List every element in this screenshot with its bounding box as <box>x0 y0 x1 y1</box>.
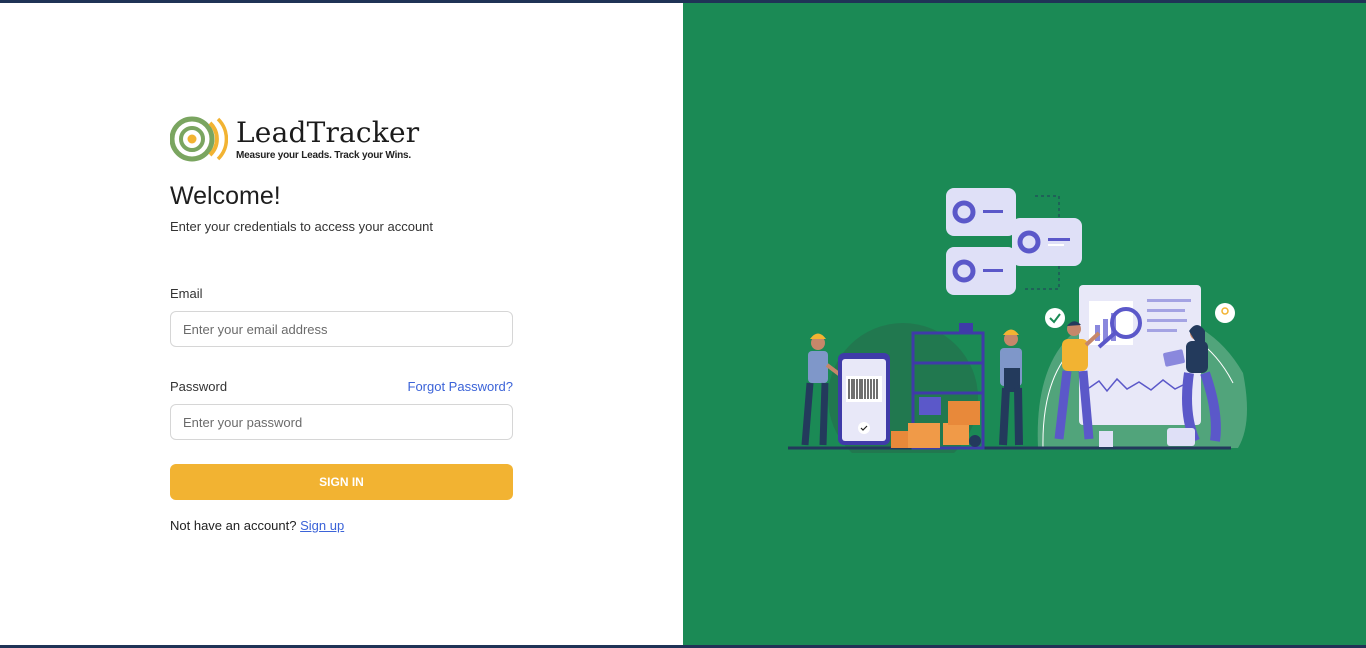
page-title: Welcome! <box>170 182 281 210</box>
login-form: LeadTracker Measure your Leads. Track yo… <box>170 111 513 533</box>
password-row: Password Forgot Password? <box>170 379 513 394</box>
brand-tagline: Measure your Leads. Track your Wins. <box>236 149 411 161</box>
chart-card-1 <box>946 188 1016 236</box>
sign-in-button[interactable]: SIGN IN <box>170 464 513 500</box>
password-field[interactable] <box>170 404 513 440</box>
brand-logo: LeadTracker Measure your Leads. Track yo… <box>170 111 513 167</box>
email-field[interactable] <box>170 311 513 347</box>
forgot-password-link[interactable]: Forgot Password? <box>408 379 514 394</box>
login-panel: LeadTracker Measure your Leads. Track yo… <box>0 3 683 645</box>
brand-name: LeadTracker <box>236 115 420 149</box>
illustration-panel <box>683 3 1366 645</box>
sign-up-link[interactable]: Sign up <box>300 518 344 533</box>
chart-card-2 <box>1012 218 1082 266</box>
target-logo-icon <box>170 116 228 162</box>
signup-prompt: Not have an account? <box>170 518 297 533</box>
page-subtitle: Enter your credentials to access your ac… <box>170 219 434 234</box>
worker-standing <box>999 329 1023 446</box>
signup-row: Not have an account? Sign up <box>170 518 513 533</box>
warehouse-analytics-illustration <box>788 188 1247 453</box>
barcode-phone <box>838 353 890 445</box>
email-label: Email <box>170 286 203 301</box>
password-label: Password <box>170 379 228 394</box>
chart-card-3 <box>946 247 1016 295</box>
